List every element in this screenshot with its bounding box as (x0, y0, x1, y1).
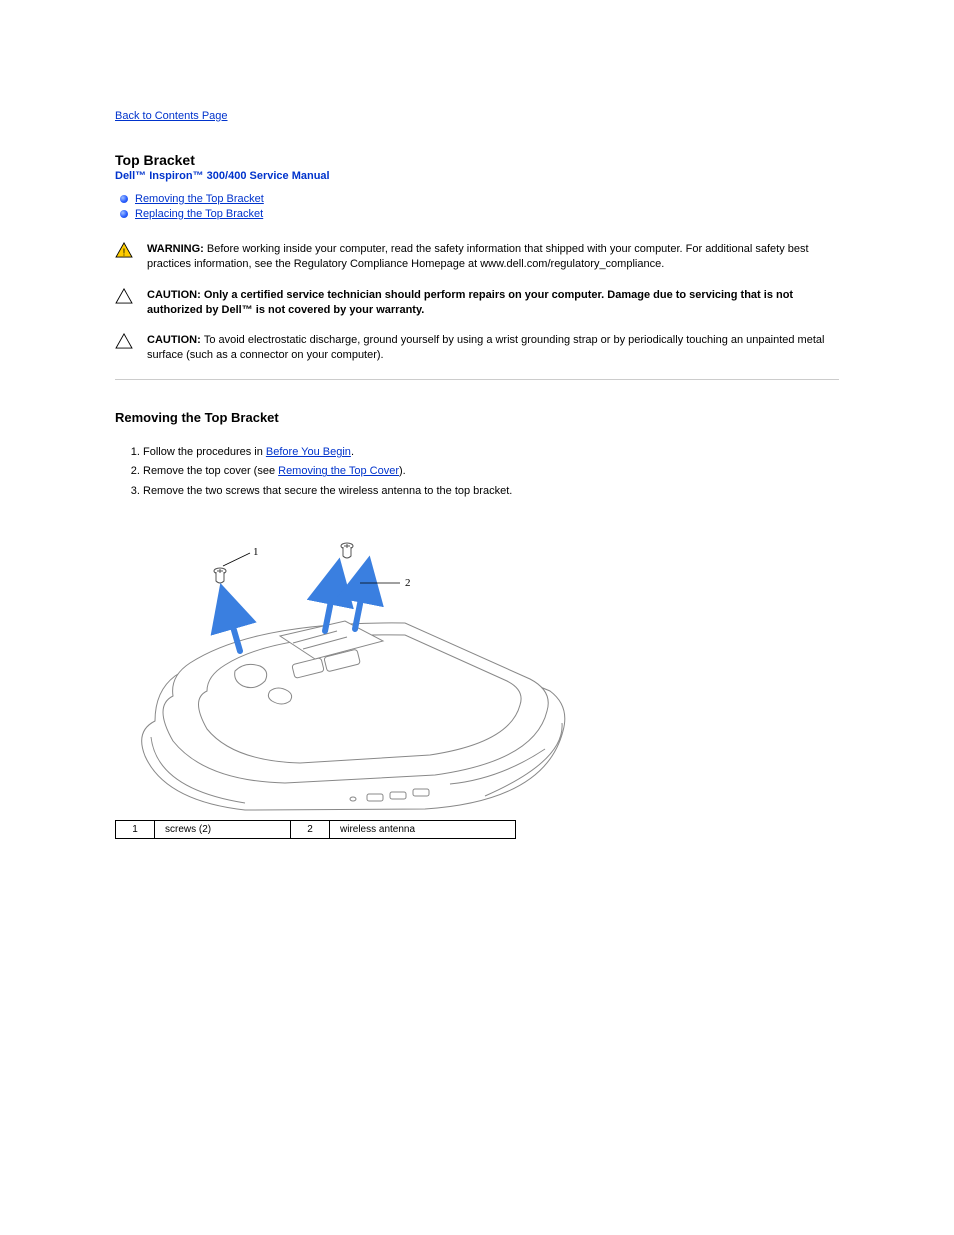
caution-row-2: CAUTION: To avoid electrostatic discharg… (115, 325, 839, 371)
caution-triangle-icon (115, 288, 133, 304)
legend-num: 1 (116, 821, 155, 839)
legend-label: screws (2) (155, 821, 291, 839)
warning-row: ! WARNING: Before working inside your co… (115, 234, 839, 280)
svg-text:!: ! (123, 247, 126, 258)
before-you-begin-link[interactable]: Before You Begin (266, 446, 351, 458)
legend-num: 2 (291, 821, 330, 839)
steps-list: Follow the procedures in Before You Begi… (115, 443, 839, 501)
step-1: Follow the procedures in Before You Begi… (143, 443, 839, 462)
product-subtitle: Dell™ Inspiron™ 300/400 Service Manual (115, 170, 839, 182)
diagram-legend: 1 screws (2) 2 wireless antenna (115, 820, 516, 839)
caution-text-1: CAUTION: Only a certified service techni… (147, 280, 839, 326)
warning-text: WARNING: Before working inside your comp… (147, 234, 839, 280)
removing-heading: Removing the Top Bracket (115, 410, 839, 425)
section-links: Removing the Top Bracket Replacing the T… (115, 192, 839, 222)
back-link-wrap: Back to Contents Page (115, 110, 839, 122)
step-2: Remove the top cover (see Removing the T… (143, 462, 839, 481)
list-item: Removing the Top Bracket (115, 192, 839, 207)
caution-triangle-icon (115, 333, 133, 349)
list-item: Replacing the Top Bracket (115, 207, 839, 222)
legend-label: wireless antenna (330, 821, 516, 839)
diagram: 1 2 1 screws (2) 2 wireless antenna (115, 511, 839, 839)
removing-link[interactable]: Removing the Top Bracket (135, 193, 264, 205)
caution-row-1: CAUTION: Only a certified service techni… (115, 280, 839, 326)
removing-top-cover-link[interactable]: Removing the Top Cover (278, 465, 399, 477)
callout-2: 2 (405, 577, 411, 589)
replacing-link[interactable]: Replacing the Top Bracket (135, 208, 263, 220)
callout-1: 1 (253, 546, 259, 558)
caution-text-2: CAUTION: To avoid electrostatic discharg… (147, 325, 839, 371)
step-3: Remove the two screws that secure the wi… (143, 482, 839, 501)
back-to-contents-link[interactable]: Back to Contents Page (115, 110, 228, 122)
warning-triangle-icon: ! (115, 242, 133, 258)
divider (115, 379, 839, 380)
notices-table: ! WARNING: Before working inside your co… (115, 234, 839, 371)
page-title: Top Bracket (115, 152, 839, 168)
